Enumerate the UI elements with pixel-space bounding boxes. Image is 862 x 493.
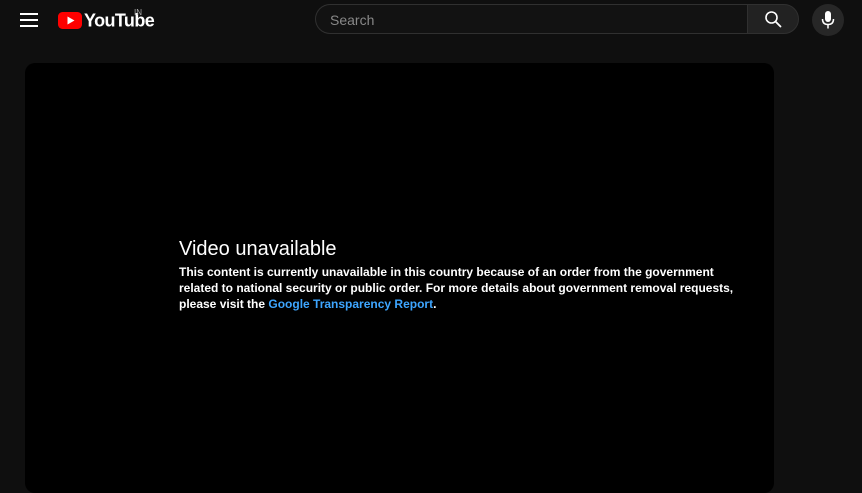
voice-search-button[interactable] [812,4,844,36]
search-button[interactable] [747,4,799,34]
google-transparency-report-link[interactable]: Google Transparency Report [268,297,433,311]
logo-wordmark: YouTube [84,8,155,30]
search-box [315,4,747,35]
country-code: IN [134,8,142,17]
video-unavailable-message: Video unavailable This content is curren… [179,236,739,312]
top-bar: YouTube IN [0,0,862,40]
menu-button[interactable] [12,4,46,36]
error-message-text: This content is currently unavailable in… [179,265,734,311]
youtube-logo-icon [58,11,82,29]
video-player[interactable]: Video unavailable This content is curren… [25,63,774,493]
search-input[interactable] [328,5,732,35]
microphone-icon [821,11,835,29]
error-title: Video unavailable [179,238,337,260]
hamburger-menu-icon [20,13,38,27]
search-icon [765,11,782,28]
error-trailing-period: . [433,297,437,311]
error-description: This content is currently unavailable in… [179,264,739,312]
